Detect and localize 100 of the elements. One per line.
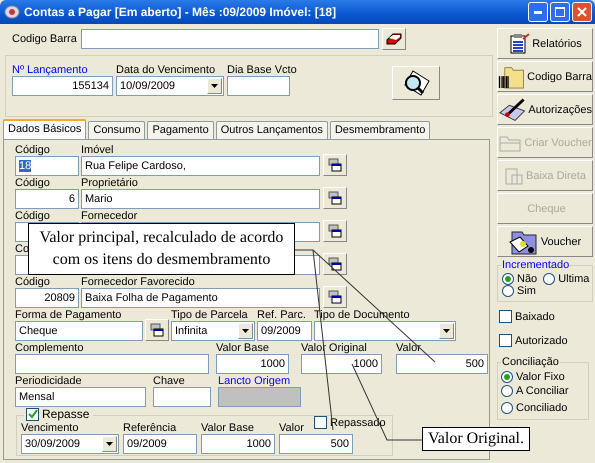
dropdown-field[interactable] bbox=[314, 321, 456, 341]
window-list-icon bbox=[328, 158, 342, 172]
pen-envelope-icon bbox=[498, 96, 526, 122]
radio-button[interactable] bbox=[501, 385, 513, 397]
window-list-icon bbox=[150, 323, 164, 337]
name-field[interactable]: Rua Felipe Cardoso, bbox=[81, 156, 320, 176]
radio-button[interactable] bbox=[501, 402, 513, 414]
amount-field[interactable]: 500 bbox=[279, 434, 353, 454]
callout-tooltip: Valor principal, recalculado de acordo com os itens do desmembramento bbox=[28, 223, 295, 275]
lookup-button[interactable] bbox=[323, 154, 347, 176]
field-label: Nº Lançamento bbox=[12, 64, 88, 76]
lookup-button[interactable] bbox=[323, 286, 347, 308]
lookup-button[interactable] bbox=[145, 319, 169, 341]
caret-icon bbox=[211, 84, 218, 88]
tab[interactable]: Desmembramento bbox=[330, 121, 430, 139]
window-title: Contas a Pagar [Em aberto] - Mês :09/2009 Imóvel: [18] bbox=[24, 5, 336, 19]
dropdown-button[interactable] bbox=[238, 323, 253, 339]
field-label: Código bbox=[15, 210, 50, 222]
field-label: Valor Base bbox=[216, 342, 269, 354]
radio-button[interactable] bbox=[501, 371, 513, 383]
checkbox-label: Repasse bbox=[42, 407, 90, 421]
dropdown-button[interactable] bbox=[102, 436, 117, 452]
lookup-button[interactable] bbox=[323, 220, 347, 242]
barcode-field[interactable] bbox=[80, 29, 379, 49]
field-label: Chave bbox=[153, 375, 185, 387]
checkbox[interactable] bbox=[26, 408, 39, 420]
toolbar-button[interactable]: Codigo Barra bbox=[497, 61, 593, 92]
window-list-icon bbox=[328, 191, 342, 205]
date-field[interactable]: 10/09/2009 bbox=[116, 76, 224, 96]
amount-field[interactable]: 500 bbox=[396, 354, 488, 374]
field-label: Dia Base Vcto bbox=[227, 64, 297, 76]
close-button[interactable] bbox=[572, 2, 592, 22]
code-field[interactable]: 20809 bbox=[15, 288, 79, 308]
toolbar-button[interactable]: Relatórios bbox=[497, 28, 593, 59]
tab[interactable]: Pagamento bbox=[147, 121, 214, 139]
caret-icon bbox=[242, 329, 249, 333]
text-field[interactable] bbox=[153, 387, 211, 407]
text-field[interactable]: Mensal bbox=[15, 387, 146, 407]
field-label: Referência bbox=[123, 422, 176, 434]
field-label: Complemento bbox=[15, 342, 84, 354]
field-label: Ref. Parc. bbox=[257, 309, 306, 321]
name-field[interactable]: Mario bbox=[81, 189, 320, 209]
date-field[interactable]: 30/09/2009 bbox=[21, 434, 119, 454]
text-field[interactable]: 09/2009 bbox=[123, 434, 197, 454]
caret-icon bbox=[106, 442, 113, 446]
report-icon bbox=[508, 32, 530, 54]
field-label: Tipo de Parcela bbox=[171, 309, 248, 321]
eraser-button[interactable] bbox=[382, 28, 406, 50]
maximize-icon bbox=[555, 7, 565, 17]
radio-label: Valor Fixo bbox=[516, 371, 565, 383]
callout-tooltip: Valor Original. bbox=[422, 427, 530, 451]
checkbox[interactable] bbox=[314, 416, 327, 429]
checkbox[interactable] bbox=[499, 334, 512, 347]
number-field[interactable]: 155134 bbox=[12, 76, 113, 96]
amount-field[interactable]: 1000 bbox=[201, 434, 275, 454]
minimize-button[interactable] bbox=[528, 2, 548, 22]
minimize-icon bbox=[534, 10, 542, 14]
radio-button[interactable] bbox=[502, 285, 514, 297]
tab[interactable]: Outros Lançamentos bbox=[216, 121, 328, 139]
tab[interactable]: Consumo bbox=[88, 121, 146, 139]
radio-button[interactable] bbox=[543, 273, 556, 285]
code-field[interactable]: 18 bbox=[15, 156, 79, 176]
clipboard-icon bbox=[504, 166, 524, 186]
code-field[interactable]: 6 bbox=[15, 189, 79, 209]
field-label: Fornecedor bbox=[81, 210, 138, 222]
field-label: Periodicidade bbox=[15, 375, 82, 387]
field-label: Valor bbox=[396, 342, 421, 354]
radio-button[interactable] bbox=[502, 273, 514, 285]
eraser-icon bbox=[386, 33, 402, 45]
dropdown-button[interactable] bbox=[439, 323, 454, 339]
name-field[interactable]: Baixa Folha de Pagamento bbox=[81, 288, 320, 308]
field-label: Código bbox=[15, 276, 50, 288]
text-field[interactable]: 09/2009 bbox=[257, 321, 312, 341]
dropdown-field[interactable]: Infinita bbox=[171, 321, 255, 341]
text-field[interactable]: Cheque bbox=[15, 321, 143, 341]
maximize-button[interactable] bbox=[550, 2, 570, 22]
group-title: Conciliação bbox=[501, 356, 560, 368]
checkbox-label: Autorizado bbox=[515, 334, 568, 346]
radio-label: A Conciliar bbox=[516, 385, 569, 397]
text-field[interactable] bbox=[15, 354, 209, 374]
app-icon bbox=[4, 4, 20, 20]
amount-field[interactable]: 1000 bbox=[216, 354, 289, 374]
toolbar-button[interactable]: Autorizações bbox=[497, 94, 593, 125]
search-button[interactable] bbox=[392, 66, 440, 100]
close-icon bbox=[577, 7, 587, 17]
amount-field[interactable]: 1000 bbox=[301, 354, 382, 374]
field-label: Data do Vencimento bbox=[116, 64, 216, 76]
toolbar-button[interactable]: Voucher bbox=[497, 226, 593, 257]
radio-label: Sim bbox=[517, 285, 536, 297]
lookup-button[interactable] bbox=[323, 253, 347, 275]
origin-field[interactable] bbox=[218, 387, 301, 407]
tab[interactable]: Dados Básicos bbox=[3, 119, 86, 139]
dropdown-button[interactable] bbox=[207, 78, 222, 94]
number-field[interactable] bbox=[227, 76, 290, 96]
field-label: Fornecedor Favorecido bbox=[81, 276, 195, 288]
field-label: Proprietário bbox=[81, 177, 138, 189]
field-label: Forma de Pagamento bbox=[15, 309, 122, 321]
checkbox[interactable] bbox=[499, 310, 512, 323]
lookup-button[interactable] bbox=[323, 187, 347, 209]
window-list-icon bbox=[328, 257, 342, 271]
